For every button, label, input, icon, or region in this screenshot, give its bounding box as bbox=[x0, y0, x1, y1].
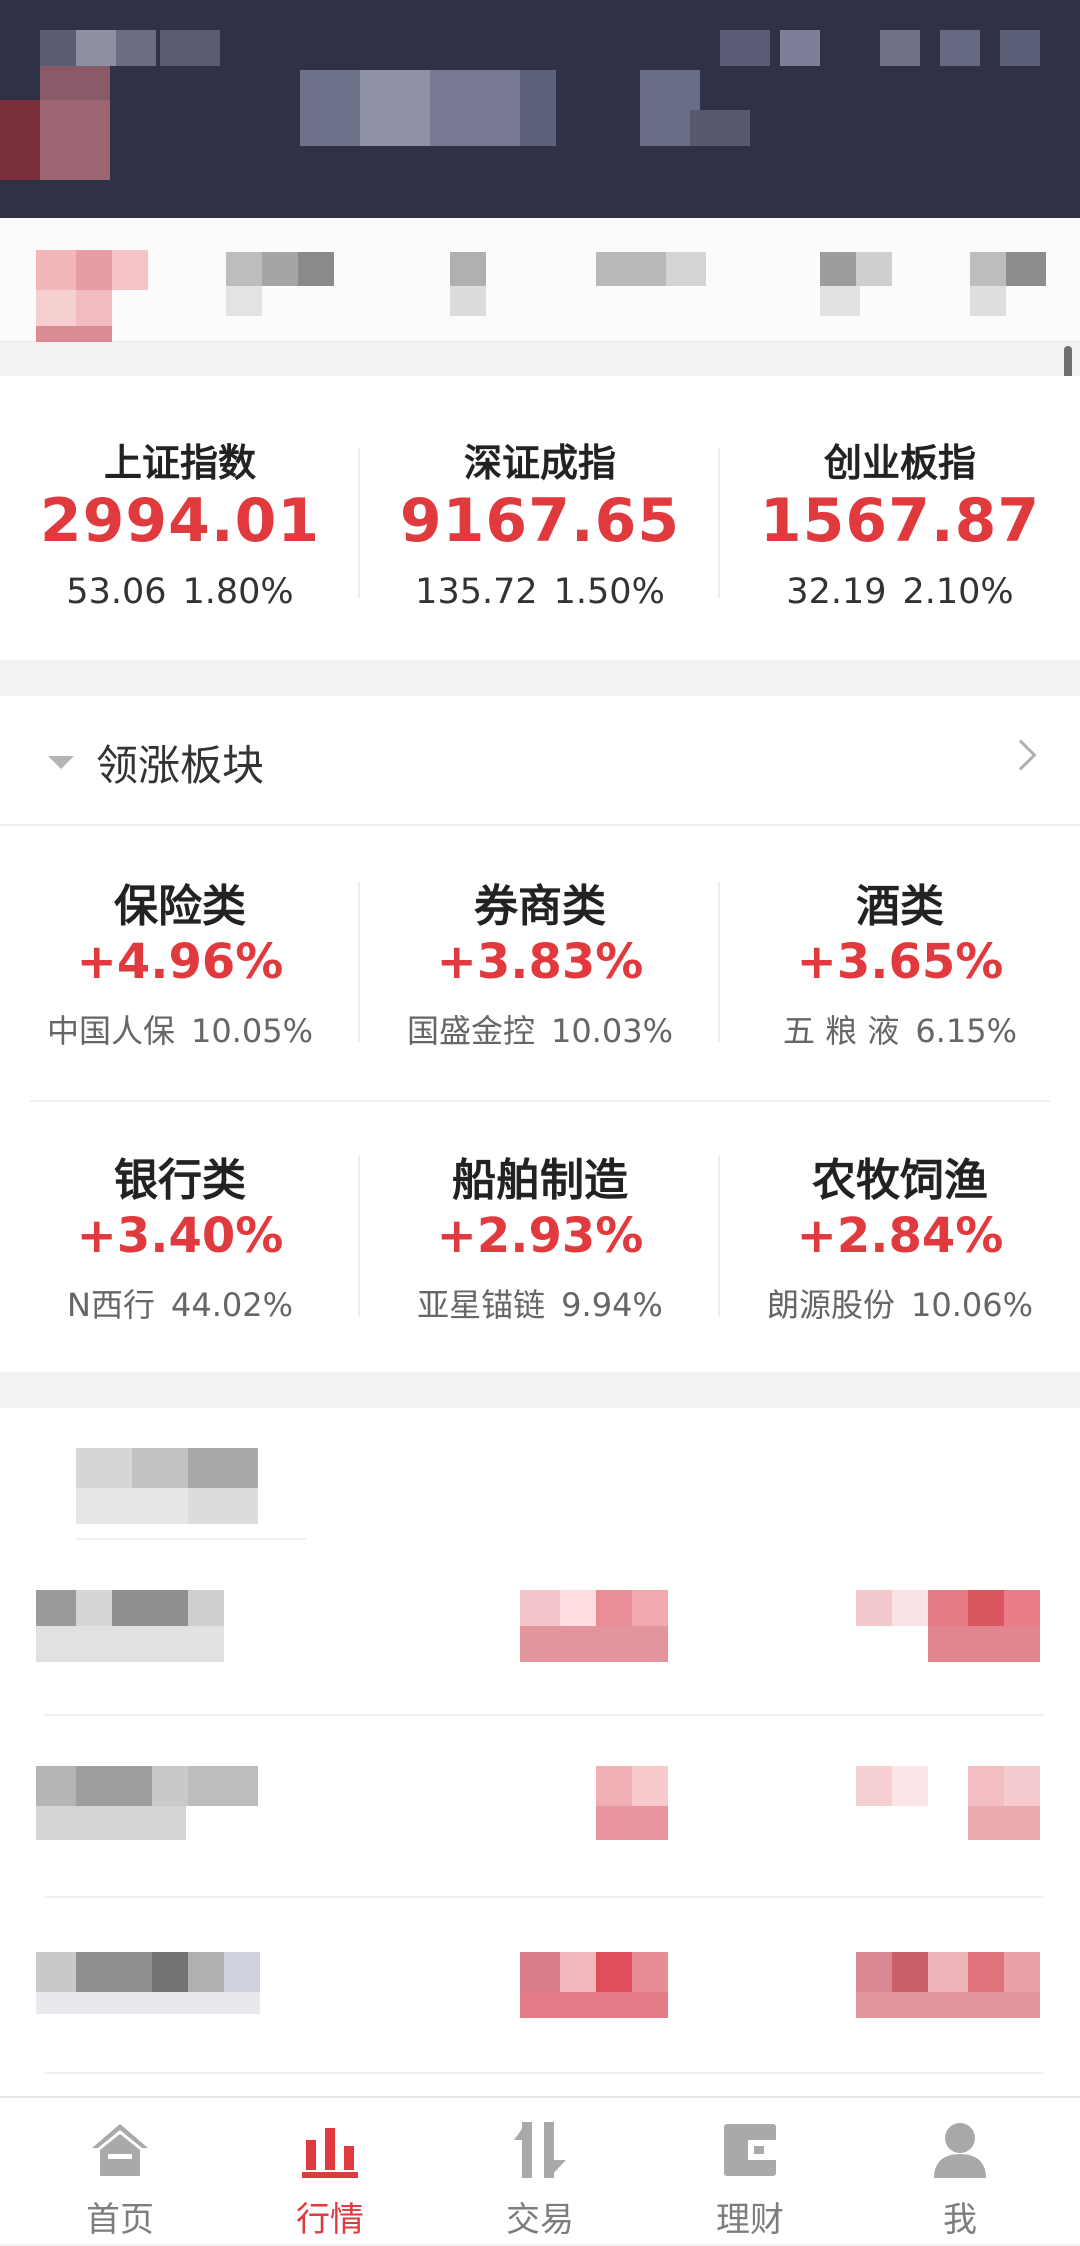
sector-change: +3.65% bbox=[796, 934, 1004, 990]
header-banner-pixelated bbox=[0, 0, 1080, 218]
leader-change: 44.02% bbox=[170, 1286, 293, 1324]
index-value: 2994.01 bbox=[39, 486, 321, 556]
bottom-nav: 首页 行情 交易 理财 我 bbox=[0, 2096, 1080, 2244]
sector-name: 酒类 bbox=[856, 881, 944, 932]
leader-change: 6.15% bbox=[915, 1012, 1017, 1050]
nav-me[interactable]: 我 bbox=[852, 2098, 1068, 2246]
tab-bar-pixelated bbox=[0, 218, 1080, 342]
index-name: 深证成指 bbox=[463, 441, 616, 485]
index-change: 53.06 1.80% bbox=[0, 572, 360, 612]
caret-down-icon[interactable] bbox=[48, 756, 74, 769]
index-change: 135.72 1.50% bbox=[360, 572, 720, 612]
sector-name: 农牧饲渔 bbox=[812, 1155, 988, 1206]
leader-stock: 朗源股份 bbox=[766, 1286, 895, 1324]
sector-change: +2.93% bbox=[436, 1208, 644, 1264]
trade-arrows-icon bbox=[514, 2122, 566, 2178]
sector-name: 银行类 bbox=[114, 1155, 246, 1206]
divider bbox=[44, 1896, 1044, 1898]
leader-change: 10.06% bbox=[911, 1286, 1034, 1324]
sector-leader: N西行 44.02% bbox=[0, 1280, 360, 1326]
sector-item[interactable]: 农牧饲渔 +2.84% 朗源股份 10.06% bbox=[720, 1100, 1080, 1372]
market-chart-icon bbox=[302, 2128, 358, 2178]
pixelated-list-content bbox=[0, 1408, 1080, 2096]
pixelated-header-content bbox=[0, 0, 1080, 218]
sector-leader: 亚星锚链 9.94% bbox=[360, 1280, 720, 1326]
sector-leader: 国盛金控 10.03% bbox=[360, 1006, 720, 1052]
index-change-points: 135.72 bbox=[415, 572, 538, 612]
leader-stock: 中国人保 bbox=[46, 1012, 175, 1050]
sector-leader: 朗源股份 10.06% bbox=[720, 1280, 1080, 1326]
sector-name: 券商类 bbox=[474, 881, 606, 932]
sector-leader: 中国人保 10.05% bbox=[0, 1006, 360, 1052]
pixelated-tabs-content bbox=[0, 218, 1080, 342]
sector-name: 船舶制造 bbox=[452, 1155, 628, 1206]
sector-change: +3.83% bbox=[436, 934, 644, 990]
index-change-points: 53.06 bbox=[66, 572, 167, 612]
nav-trade[interactable]: 交易 bbox=[432, 2098, 648, 2246]
nav-label: 交易 bbox=[506, 2200, 574, 2240]
chevron-right-icon[interactable] bbox=[1005, 739, 1037, 771]
nav-label: 理财 bbox=[716, 2200, 784, 2240]
index-chinext[interactable]: 创业板指 1567.87 32.19 2.10% bbox=[720, 376, 1080, 660]
wallet-icon bbox=[724, 2124, 776, 2176]
nav-wealth[interactable]: 理财 bbox=[642, 2098, 858, 2246]
divider bbox=[76, 1538, 306, 1540]
sector-change: +3.40% bbox=[76, 1208, 284, 1264]
sector-item[interactable]: 保险类 +4.96% 中国人保 10.05% bbox=[0, 826, 360, 1098]
leader-stock: N西行 bbox=[67, 1286, 155, 1324]
index-value: 1567.87 bbox=[759, 486, 1041, 556]
index-change-points: 32.19 bbox=[786, 572, 887, 612]
user-icon bbox=[934, 2123, 986, 2178]
leader-stock: 亚星锚链 bbox=[417, 1286, 546, 1324]
nav-market[interactable]: 行情 bbox=[222, 2098, 438, 2246]
nav-home[interactable]: 首页 bbox=[12, 2098, 228, 2246]
index-change-percent: 2.10% bbox=[902, 572, 1014, 612]
sector-name: 保险类 bbox=[114, 881, 246, 932]
market-indices: 上证指数 2994.01 53.06 1.80% 深证成指 9167.65 135… bbox=[0, 376, 1080, 660]
sector-leader: 五 粮 液 6.15% bbox=[720, 1006, 1080, 1052]
nav-label: 我 bbox=[943, 2200, 977, 2240]
leading-sectors-title: 领涨板块 bbox=[96, 741, 265, 790]
index-change-percent: 1.50% bbox=[553, 572, 665, 612]
index-value: 9167.65 bbox=[399, 486, 681, 556]
index-change: 32.19 2.10% bbox=[720, 572, 1080, 612]
leader-change: 9.94% bbox=[561, 1286, 663, 1324]
leading-sectors-panel: 领涨板块 保险类 +4.96% 中国人保 10.05% 券商类 +3.83% 国盛… bbox=[0, 696, 1080, 1372]
divider bbox=[44, 2072, 1044, 2074]
sector-item[interactable]: 银行类 +3.40% N西行 44.02% bbox=[0, 1100, 360, 1372]
index-change-percent: 1.80% bbox=[182, 572, 294, 612]
stock-list-pixelated bbox=[0, 1408, 1080, 2096]
leader-change: 10.03% bbox=[551, 1012, 674, 1050]
nav-label: 首页 bbox=[86, 2200, 154, 2240]
index-szse[interactable]: 深证成指 9167.65 135.72 1.50% bbox=[360, 376, 720, 660]
index-name: 创业板指 bbox=[823, 441, 976, 485]
leader-change: 10.05% bbox=[191, 1012, 314, 1050]
index-name: 上证指数 bbox=[103, 441, 256, 485]
sector-item[interactable]: 船舶制造 +2.93% 亚星锚链 9.94% bbox=[360, 1100, 720, 1372]
leader-stock: 五 粮 液 bbox=[782, 1012, 900, 1050]
leader-stock: 国盛金控 bbox=[406, 1012, 535, 1050]
leading-sectors-header[interactable]: 领涨板块 bbox=[0, 696, 1080, 826]
divider bbox=[44, 1714, 1044, 1716]
index-sse[interactable]: 上证指数 2994.01 53.06 1.80% bbox=[0, 376, 360, 660]
home-icon bbox=[92, 2124, 148, 2176]
sector-item[interactable]: 券商类 +3.83% 国盛金控 10.03% bbox=[360, 826, 720, 1098]
sector-item[interactable]: 酒类 +3.65% 五 粮 液 6.15% bbox=[720, 826, 1080, 1098]
sector-change: +4.96% bbox=[76, 934, 284, 990]
sector-change: +2.84% bbox=[796, 1208, 1004, 1264]
nav-label: 行情 bbox=[296, 2200, 364, 2240]
